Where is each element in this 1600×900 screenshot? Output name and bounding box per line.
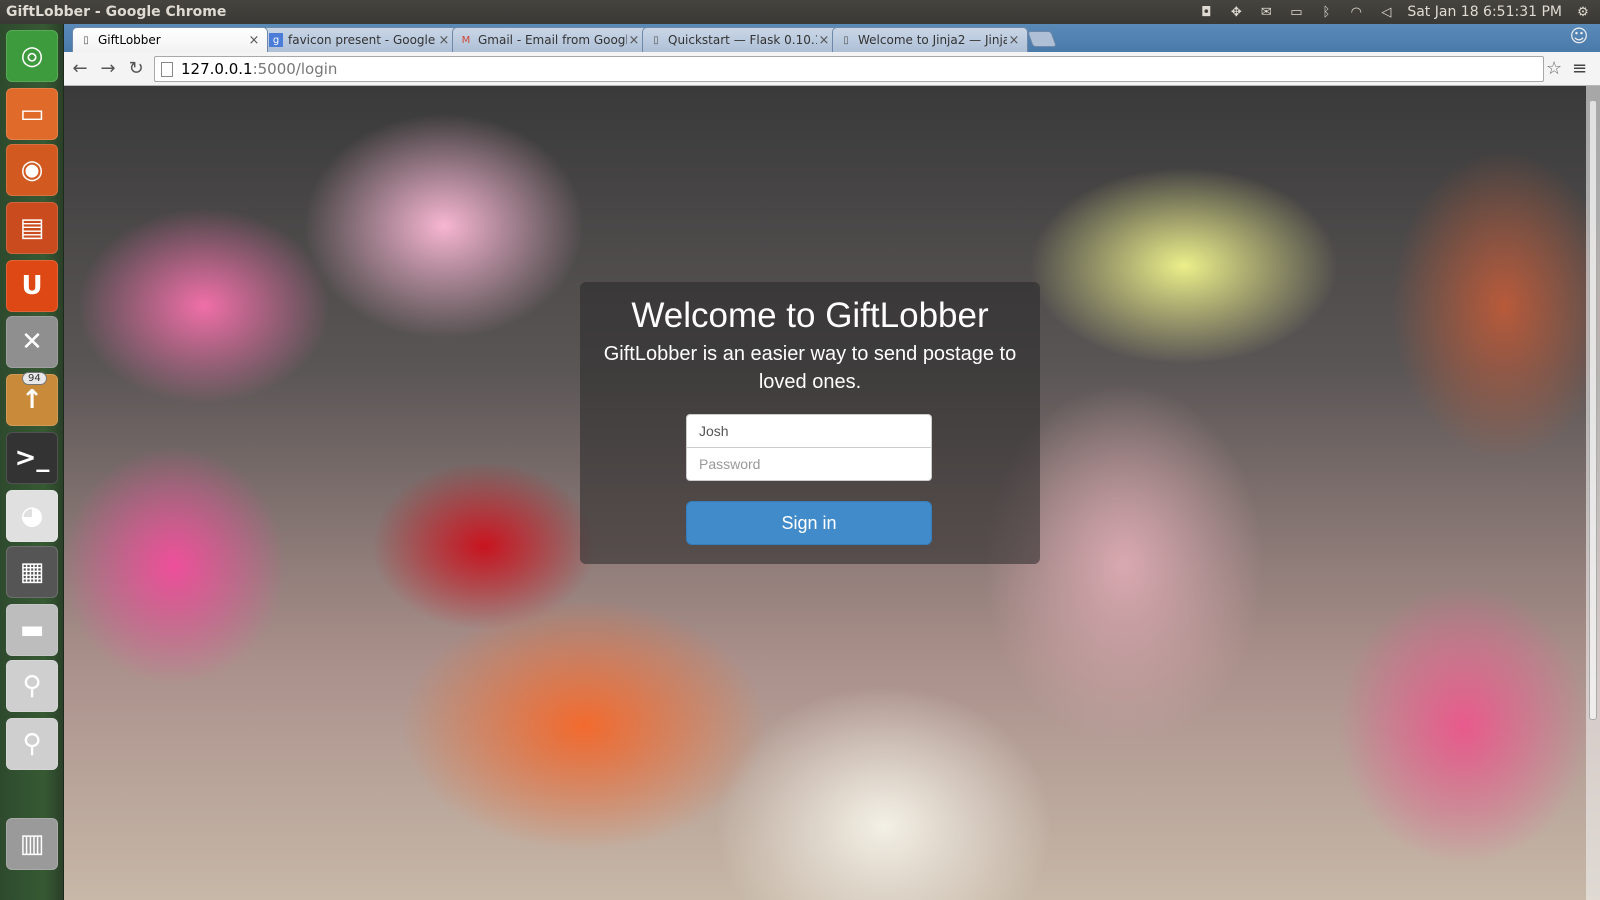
- clock[interactable]: Sat Jan 18 6:51:31 PM: [1407, 4, 1562, 20]
- system-settings-icon-glyph: ✕: [21, 327, 43, 357]
- page-subtitle: GiftLobber is an easier way to send post…: [603, 343, 1017, 393]
- terminal-icon-glyph: >_: [14, 443, 50, 473]
- gear-icon[interactable]: ⚙: [1574, 5, 1592, 20]
- workspace-switcher-icon[interactable]: ▦: [6, 546, 58, 598]
- close-icon[interactable]: ×: [247, 33, 261, 48]
- tab-title: favicon present - Google S: [288, 33, 437, 47]
- ubuntu-one-icon[interactable]: U: [6, 260, 58, 312]
- tab-strip: ☺ ▯ GiftLobber × g favicon present - Google …: [64, 24, 1600, 52]
- software-center-icon-glyph: ▤: [19, 213, 45, 243]
- ubuntu-dash-icon[interactable]: ◎: [6, 30, 58, 82]
- mail-icon[interactable]: ✉: [1257, 5, 1275, 20]
- tab-3[interactable]: M Gmail - Email from Google ×: [452, 27, 648, 52]
- scrollbar-thumb[interactable]: [1589, 100, 1597, 720]
- new-tab-button[interactable]: [1027, 31, 1057, 47]
- disk-icon[interactable]: ▬: [6, 604, 58, 656]
- wifi-icon[interactable]: ◠: [1347, 5, 1365, 20]
- url-host: 127.0.0.1: [181, 60, 253, 78]
- forward-icon[interactable]: →: [96, 58, 120, 80]
- firefox-icon-glyph: ◉: [20, 155, 44, 185]
- update-manager-icon[interactable]: ↑ 94: [6, 372, 58, 426]
- browser-window: ☺ ▯ GiftLobber × g favicon present - Google …: [64, 24, 1600, 900]
- tab-title: Gmail - Email from Google: [478, 33, 627, 47]
- address-bar[interactable]: 127.0.0.1:5000/login: [154, 56, 1544, 82]
- tab-title: Welcome to Jinja2 — Jinja: [858, 33, 1007, 47]
- update-manager-icon-glyph: ↑: [21, 385, 43, 415]
- page-icon: ▯: [83, 34, 89, 46]
- window-title: GiftLobber - Google Chrome: [6, 4, 227, 20]
- usb-drive-2-icon-glyph: ⚲: [22, 729, 42, 759]
- camera-icon[interactable]: ◘: [1197, 5, 1215, 20]
- software-center-icon[interactable]: ▤: [6, 202, 58, 254]
- chrome-menu-icon[interactable]: ≡: [1572, 58, 1587, 79]
- sign-in-button[interactable]: Sign in: [686, 501, 932, 545]
- tab-title: GiftLobber: [98, 33, 161, 47]
- chrome-icon-glyph: ◕: [20, 501, 44, 531]
- gmail-icon: M: [461, 34, 471, 46]
- tab-5[interactable]: ▯ Welcome to Jinja2 — Jinja ×: [832, 27, 1028, 52]
- dropbox-icon[interactable]: ✥: [1227, 5, 1245, 20]
- password-input[interactable]: [686, 447, 932, 481]
- bookmark-star-icon[interactable]: ☆: [1546, 58, 1562, 79]
- reload-icon[interactable]: ↻: [124, 58, 148, 80]
- google-icon: g: [269, 33, 283, 47]
- close-icon[interactable]: ×: [437, 33, 451, 48]
- usb-drive-2-icon[interactable]: ⚲: [6, 718, 58, 770]
- disk-icon-glyph: ▬: [19, 615, 45, 645]
- close-icon[interactable]: ×: [627, 33, 641, 48]
- tab-4[interactable]: ▯ Quickstart — Flask 0.10.1 ×: [642, 27, 838, 52]
- files-icon[interactable]: ▭: [6, 88, 58, 140]
- workspace-switcher-icon-glyph: ▦: [19, 557, 45, 587]
- terminal-icon[interactable]: >_: [6, 432, 58, 484]
- bluetooth-icon[interactable]: ᛒ: [1317, 5, 1335, 20]
- profile-icon[interactable]: ☺: [1566, 26, 1592, 48]
- tab-2[interactable]: g favicon present - Google S ×: [262, 27, 458, 52]
- page-icon: [161, 61, 173, 77]
- scrollbar[interactable]: [1586, 86, 1600, 900]
- close-icon[interactable]: ×: [1007, 33, 1021, 48]
- trash-icon-glyph: ▥: [19, 829, 45, 859]
- back-icon[interactable]: ←: [68, 58, 92, 80]
- tab-title: Quickstart — Flask 0.10.1: [668, 33, 817, 47]
- page-viewport: Welcome to GiftLobber GiftLobber is an e…: [64, 86, 1600, 900]
- system-tray: ◘ ✥ ✉ ▭ ᛒ ◠ ◁ Sat Jan 18 6:51:31 PM ⚙: [1197, 4, 1600, 20]
- top-panel: GiftLobber - Google Chrome ◘ ✥ ✉ ▭ ᛒ ◠ ◁…: [0, 0, 1600, 24]
- firefox-icon[interactable]: ◉: [6, 144, 58, 196]
- volume-icon[interactable]: ◁: [1377, 5, 1395, 20]
- trash-icon[interactable]: ▥: [6, 818, 58, 870]
- system-settings-icon[interactable]: ✕: [6, 316, 58, 368]
- page-icon: ▯: [843, 34, 849, 46]
- username-input[interactable]: [686, 414, 932, 448]
- close-icon[interactable]: ×: [817, 33, 831, 48]
- url-path: :5000/login: [252, 60, 338, 78]
- battery-icon[interactable]: ▭: [1287, 5, 1305, 20]
- usb-drive-icon[interactable]: ⚲: [6, 660, 58, 712]
- chrome-icon[interactable]: ◕: [6, 490, 58, 542]
- usb-drive-icon-glyph: ⚲: [22, 671, 42, 701]
- ubuntu-one-icon-glyph: U: [21, 271, 43, 301]
- ubuntu-dash-icon-glyph: ◎: [20, 41, 44, 71]
- login-panel: Welcome to GiftLobber GiftLobber is an e…: [580, 282, 1040, 564]
- page-icon: ▯: [653, 34, 659, 46]
- files-icon-glyph: ▭: [19, 99, 45, 129]
- update-count-badge: 94: [22, 372, 47, 385]
- tab-1[interactable]: ▯ GiftLobber ×: [72, 27, 268, 52]
- page-title: Welcome to GiftLobber: [631, 296, 989, 335]
- browser-toolbar: ← → ↻ 127.0.0.1:5000/login ☆ ≡: [64, 52, 1600, 86]
- launcher: ◎ ▭ ◉ ▤ U ✕ ↑ 94 >_ ◕ ▦ ▬ ⚲ ⚲ ▥: [0, 24, 64, 900]
